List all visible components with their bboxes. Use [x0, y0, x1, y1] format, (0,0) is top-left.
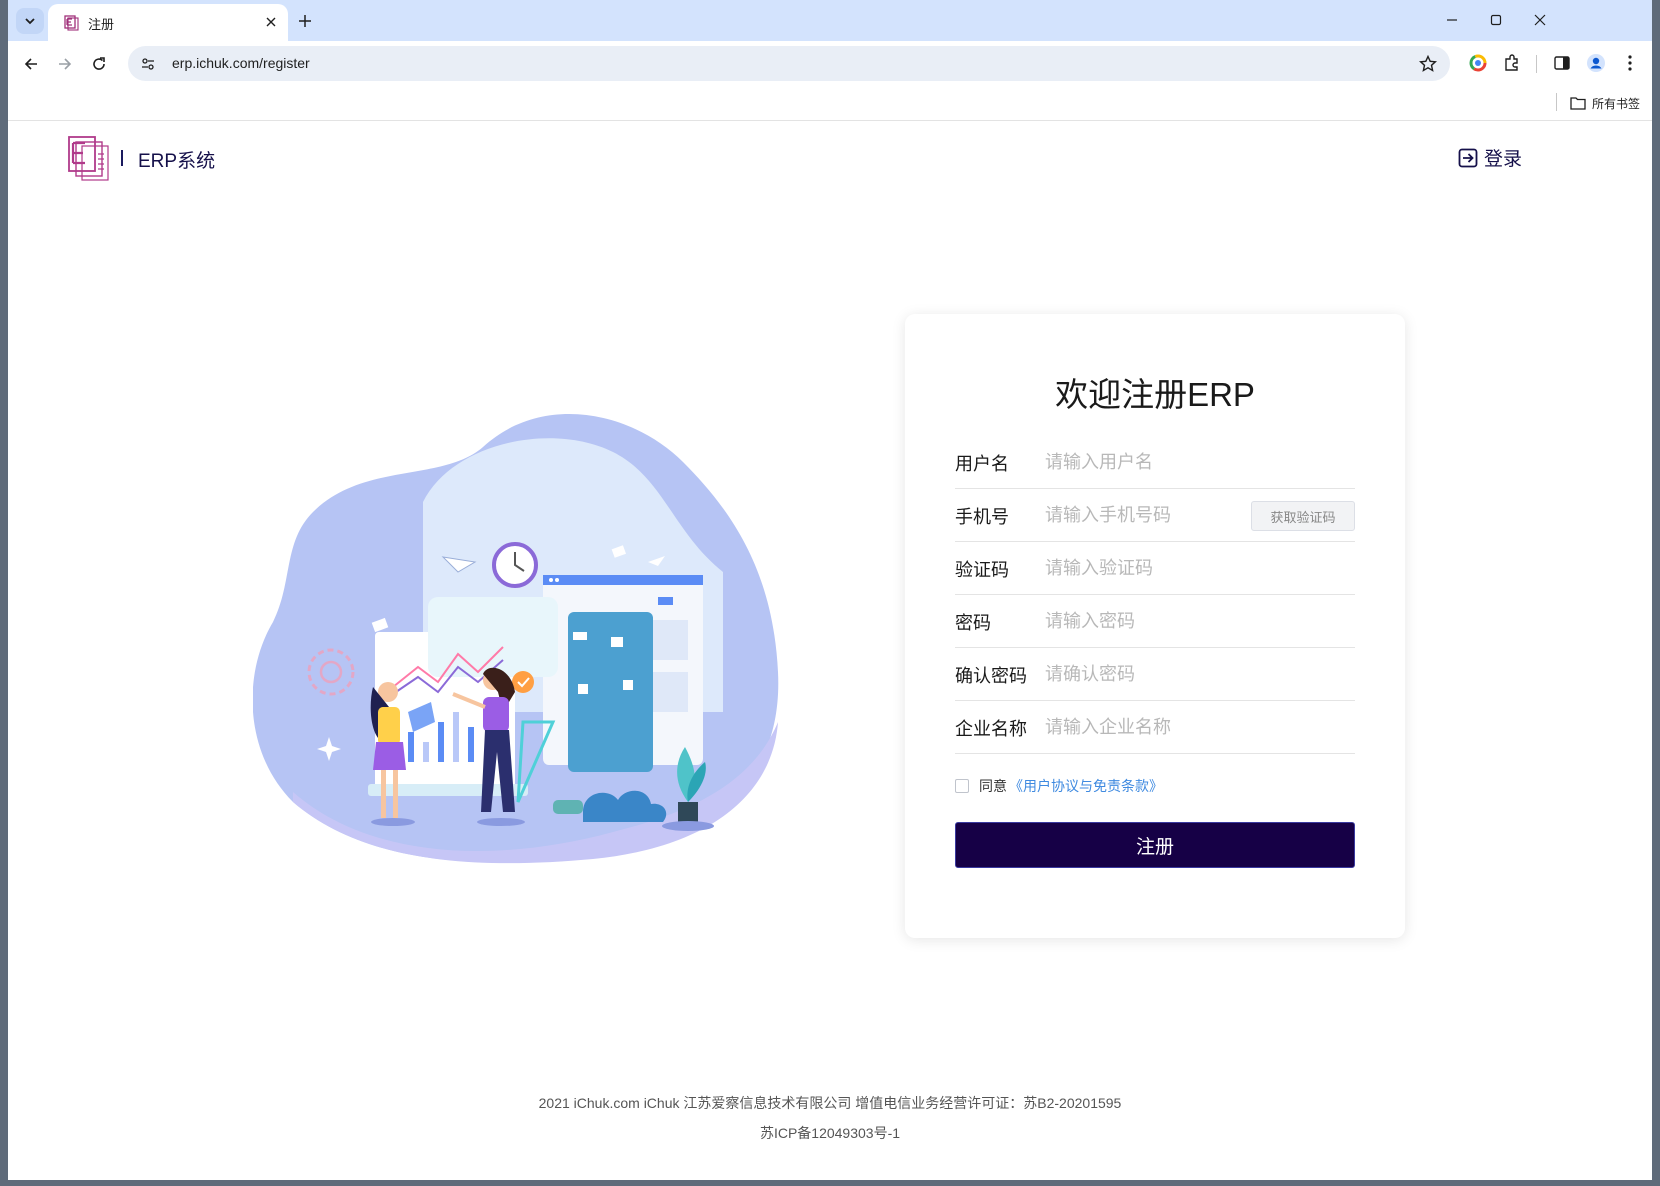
- confirm-password-label: 确认密码: [955, 666, 1027, 686]
- browser-window: 注册 erp.ichuk.com/register 所有书签 ERP系统 登录 …: [8, 0, 1652, 1180]
- extensions-icon[interactable]: [1500, 51, 1524, 75]
- confirm-password-field: 确认密码: [955, 648, 1355, 701]
- phone-field: 手机号 获取验证码: [955, 489, 1355, 542]
- close-window-icon[interactable]: [1522, 6, 1558, 34]
- plus-icon[interactable]: [294, 10, 316, 32]
- close-icon[interactable]: [262, 13, 280, 31]
- password-input[interactable]: [1045, 607, 1255, 635]
- verify-code-field: 验证码: [955, 542, 1355, 595]
- more-icon[interactable]: [1618, 51, 1642, 75]
- phone-input[interactable]: [1045, 501, 1255, 529]
- maximize-icon[interactable]: [1478, 6, 1514, 34]
- dashboard-illustration: [253, 414, 779, 864]
- verify-code-label: 验证码: [955, 560, 1009, 580]
- tab-title: 注册: [88, 17, 115, 32]
- username-label: 用户名: [955, 454, 1009, 474]
- erp-logo[interactable]: [68, 136, 110, 182]
- browser-toolbar: erp.ichuk.com/register: [8, 41, 1652, 87]
- username-input[interactable]: [1045, 448, 1255, 476]
- register-card: 欢迎注册ERP 用户名 手机号 获取验证码 验证码 密码 确认密码: [905, 314, 1405, 938]
- agreement-link[interactable]: 《用户协议与免责条款》: [1009, 776, 1163, 796]
- all-bookmarks-label: 所有书签: [1592, 96, 1641, 111]
- phone-label: 手机号: [955, 507, 1009, 527]
- system-name: ERP系统: [138, 151, 216, 172]
- address-bar[interactable]: erp.ichuk.com/register: [128, 46, 1450, 81]
- side-panel-icon[interactable]: [1550, 51, 1574, 75]
- folder-icon: [1570, 97, 1586, 110]
- register-page: ERP系统 登录 欢迎注册ERP 用户名 请输入用户名 手机号 请输入手机号码 …: [8, 122, 1652, 1180]
- active-tab[interactable]: 注册: [48, 4, 288, 41]
- url-text: erp.ichuk.com/register: [172, 55, 310, 71]
- username-field: 用户名: [955, 436, 1355, 489]
- login-icon: [1458, 148, 1478, 167]
- minimize-icon[interactable]: [1434, 6, 1470, 34]
- tab-search-icon[interactable]: [16, 8, 44, 34]
- header-divider: [121, 150, 123, 166]
- login-label: 登录: [1484, 149, 1523, 170]
- agree-text: 同意: [979, 778, 1007, 794]
- site-info-icon[interactable]: [138, 54, 158, 74]
- tab-strip: 注册: [8, 0, 1652, 41]
- toolbar-divider: [1536, 55, 1537, 73]
- password-field: 密码: [955, 595, 1355, 648]
- star-icon[interactable]: [1418, 54, 1438, 74]
- bookmarks-bar: 所有书签: [8, 87, 1652, 121]
- register-button[interactable]: 注册: [955, 822, 1355, 868]
- agreement-checkbox[interactable]: [955, 779, 969, 793]
- get-code-button[interactable]: 获取验证码: [1251, 501, 1355, 531]
- erp-favicon-icon: [64, 15, 79, 31]
- company-input[interactable]: [1045, 713, 1255, 741]
- reload-icon[interactable]: [86, 51, 112, 77]
- all-bookmarks-button[interactable]: 所有书签: [1570, 93, 1640, 113]
- form-title: 欢迎注册ERP: [1055, 376, 1255, 413]
- footer-icp[interactable]: 苏ICP备12049303号-1: [8, 1123, 1652, 1143]
- profile-icon[interactable]: [1584, 51, 1608, 75]
- password-label: 密码: [955, 613, 991, 633]
- confirm-password-input[interactable]: [1045, 660, 1255, 688]
- bookmarks-divider: [1556, 93, 1557, 111]
- login-link[interactable]: 登录: [1458, 144, 1522, 171]
- company-label: 企业名称: [955, 719, 1027, 739]
- forward-icon[interactable]: [52, 51, 78, 77]
- chrome-colors-icon[interactable]: [1466, 51, 1490, 75]
- verify-code-input[interactable]: [1045, 554, 1255, 582]
- footer-copyright: 2021 iChuk.com iChuk 江苏爱察信息技术有限公司 增值电信业务…: [538, 1095, 1122, 1111]
- company-field: 企业名称: [955, 701, 1355, 754]
- back-icon[interactable]: [18, 51, 44, 77]
- agreement-row: 同意 《用户协议与免责条款》: [955, 776, 1163, 796]
